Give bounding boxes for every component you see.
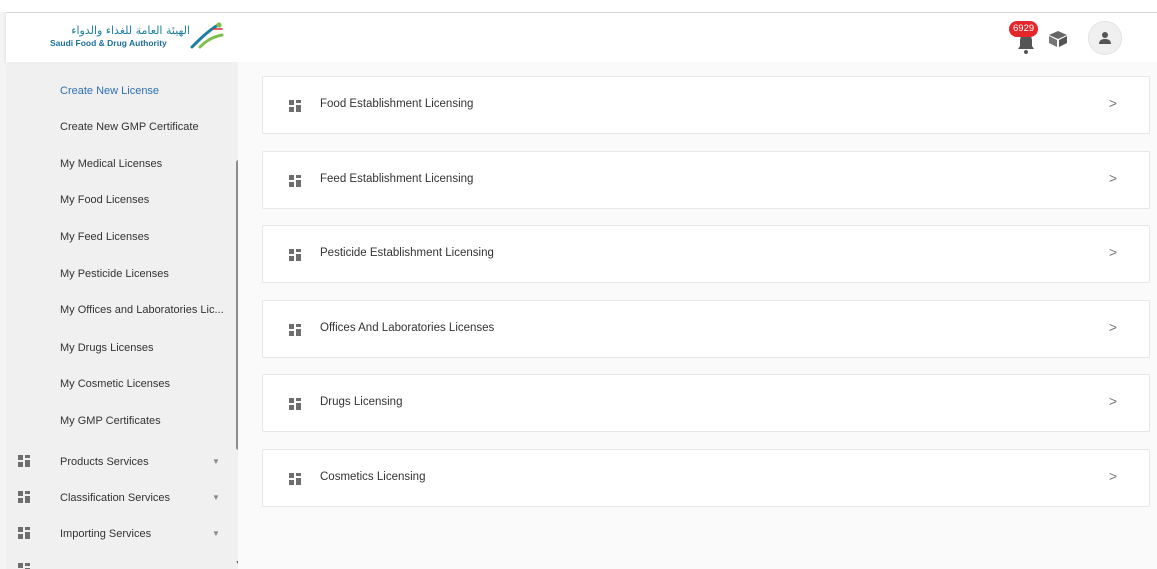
card-label: Food Establishment Licensing (320, 98, 474, 110)
card-label: Drugs Licensing (320, 396, 403, 408)
card-pesticide-establishment-licensing[interactable]: Pesticide Establishment Licensing > (262, 225, 1150, 283)
caret-down-icon: ▼ (212, 493, 220, 502)
sidebar: Create New License Create New GMP Certif… (6, 62, 238, 569)
sidebar-item-my-gmp-certificates[interactable]: My GMP Certificates (60, 415, 230, 427)
sidebar-item-my-food-licenses[interactable]: My Food Licenses (60, 194, 230, 206)
sidebar-item-my-cosmetic-licenses[interactable]: My Cosmetic Licenses (60, 378, 230, 390)
sidebar-item-label: Products Services (60, 456, 149, 468)
sidebar-item-partial[interactable] (6, 556, 238, 569)
chevron-right-icon: > (1108, 244, 1117, 260)
top-header: الهيئة العامة للغذاء والدواء Saudi Food … (6, 12, 1157, 62)
caret-down-icon: ▼ (212, 457, 220, 466)
user-icon (1099, 32, 1111, 44)
sidebar-item-my-offices-laboratories-licenses[interactable]: My Offices and Laboratories Lic... (60, 304, 230, 316)
chevron-right-icon: > (1108, 319, 1117, 335)
sfda-logo[interactable]: الهيئة العامة للغذاء والدواء Saudi Food … (46, 22, 236, 53)
grid-icon (18, 491, 30, 503)
grid-icon (289, 100, 301, 112)
packages-button[interactable] (1047, 30, 1073, 52)
card-cosmetics-licensing[interactable]: Cosmetics Licensing > (262, 449, 1150, 507)
sidebar-item-label: Importing Services (60, 528, 152, 540)
sidebar-item-my-medical-licenses[interactable]: My Medical Licenses (60, 158, 230, 170)
grid-icon (18, 527, 30, 539)
sidebar-item-create-new-gmp-certificate[interactable]: Create New GMP Certificate (60, 121, 230, 133)
sidebar-item-create-new-license[interactable]: Create New License (60, 85, 230, 97)
chevron-right-icon: > (1108, 170, 1117, 186)
grid-icon (289, 175, 301, 187)
box-icon (1049, 31, 1067, 47)
logo-arabic-text: الهيئة العامة للغذاء والدواء (71, 24, 190, 37)
sidebar-item-label: Classification Services (60, 492, 171, 504)
sidebar-item-my-feed-licenses[interactable]: My Feed Licenses (60, 231, 230, 243)
grid-icon (289, 249, 301, 261)
sfda-logo-mark-icon (190, 22, 224, 49)
card-drugs-licensing[interactable]: Drugs Licensing > (262, 374, 1150, 432)
chevron-right-icon: > (1108, 393, 1117, 409)
card-feed-establishment-licensing[interactable]: Feed Establishment Licensing > (262, 151, 1150, 209)
sidebar-item-products-services[interactable]: Products Services ▼ (6, 448, 238, 478)
sidebar-item-my-pesticide-licenses[interactable]: My Pesticide Licenses (60, 268, 230, 280)
grid-icon (18, 563, 30, 569)
chevron-right-icon: > (1108, 468, 1117, 484)
logo-english-text: Saudi Food & Drug Authority (50, 38, 167, 48)
grid-icon (18, 455, 30, 467)
sidebar-item-importing-services[interactable]: Importing Services ▼ (6, 520, 238, 550)
chevron-right-icon: > (1108, 95, 1117, 111)
user-avatar-button[interactable] (1088, 21, 1122, 55)
window-top-strip (0, 0, 1157, 12)
card-food-establishment-licensing[interactable]: Food Establishment Licensing > (262, 76, 1150, 134)
sidebar-item-my-drugs-licenses[interactable]: My Drugs Licenses (60, 342, 230, 354)
grid-icon (289, 473, 301, 485)
card-label: Offices And Laboratories Licenses (320, 322, 495, 334)
sidebar-item-classification-services[interactable]: Classification Services ▼ (6, 484, 238, 514)
notification-count-badge: 6929 (1009, 21, 1039, 37)
notification-bell-button[interactable]: 6929 (1009, 21, 1039, 54)
grid-icon (289, 398, 301, 410)
main-content: Food Establishment Licensing > Feed Esta… (238, 62, 1157, 569)
grid-icon (289, 324, 301, 336)
card-label: Pesticide Establishment Licensing (320, 247, 494, 259)
caret-down-icon: ▼ (212, 529, 220, 538)
card-label: Cosmetics Licensing (320, 471, 426, 483)
card-label: Feed Establishment Licensing (320, 173, 474, 185)
card-offices-laboratories-licenses[interactable]: Offices And Laboratories Licenses > (262, 300, 1150, 358)
